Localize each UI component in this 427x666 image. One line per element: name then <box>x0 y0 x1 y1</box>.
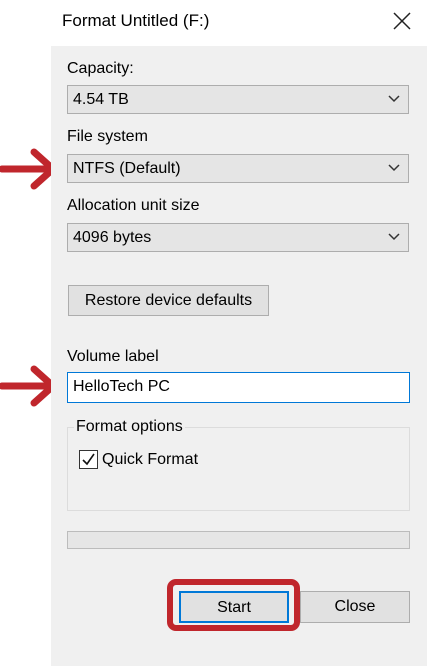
file-system-dropdown[interactable]: NTFS (Default) <box>67 154 409 183</box>
window-title: Format Untitled (F:) <box>62 11 210 30</box>
file-system-value: NTFS (Default) <box>73 160 181 177</box>
quick-format-label[interactable]: Quick Format <box>102 451 198 469</box>
allocation-value: 4096 bytes <box>73 229 152 246</box>
quick-format-checkbox[interactable] <box>79 450 98 469</box>
close-icon[interactable] <box>391 10 413 32</box>
allocation-label: Allocation unit size <box>67 197 200 214</box>
volume-label-input[interactable]: HelloTech PC <box>67 372 410 403</box>
volume-label-value: HelloTech PC <box>73 378 170 395</box>
capacity-value: 4.54 TB <box>73 91 129 108</box>
format-progress-bar <box>67 531 410 549</box>
chevron-down-icon <box>388 164 400 172</box>
format-dialog: Format Untitled (F:) Capacity: 4.54 TB F… <box>51 0 427 666</box>
chevron-down-icon <box>388 95 400 103</box>
format-options-title: Format options <box>74 418 185 436</box>
capacity-dropdown[interactable]: 4.54 TB <box>67 85 409 114</box>
checkmark-icon <box>82 453 95 466</box>
allocation-dropdown[interactable]: 4096 bytes <box>67 223 409 252</box>
format-options-group <box>67 427 410 511</box>
capacity-label: Capacity: <box>67 60 134 77</box>
close-button[interactable]: Close <box>300 591 410 623</box>
restore-defaults-button[interactable]: Restore device defaults <box>68 285 269 316</box>
start-button-annotation <box>167 579 300 631</box>
file-system-label: File system <box>67 128 148 145</box>
chevron-down-icon <box>388 233 400 241</box>
volume-label-caption: Volume label <box>67 348 159 365</box>
title-bar: Format Untitled (F:) <box>51 0 427 46</box>
